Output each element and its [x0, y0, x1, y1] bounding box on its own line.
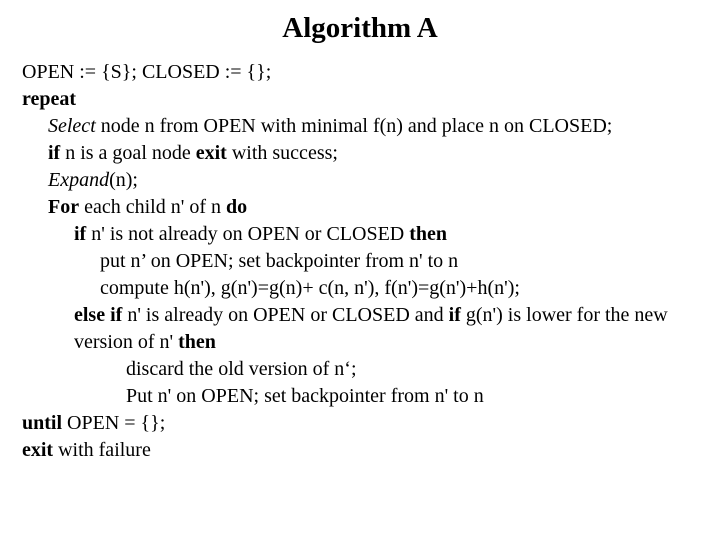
- algo-line: Select node n from OPEN with minimal f(n…: [22, 113, 698, 140]
- keyword-for: For: [48, 196, 79, 218]
- algo-line: OPEN := {S}; CLOSED := {};: [22, 59, 698, 86]
- keyword-select: Select: [48, 115, 96, 137]
- algo-line: put n’ on OPEN; set backpointer from n' …: [22, 248, 698, 275]
- text: node n from OPEN with minimal f(n) and p…: [96, 115, 613, 137]
- algo-line: compute h(n'), g(n')=g(n)+ c(n, n'), f(n…: [22, 275, 698, 302]
- keyword-repeat: repeat: [22, 88, 76, 110]
- text: OPEN = {};: [62, 412, 165, 434]
- keyword-if: if: [48, 142, 60, 164]
- text: with success;: [227, 142, 338, 164]
- algo-line: if n' is not already on OPEN or CLOSED t…: [22, 221, 698, 248]
- keyword-expand: Expand: [48, 169, 109, 191]
- text: (n);: [109, 169, 138, 191]
- keyword-if: if: [449, 304, 461, 326]
- algo-line: exit with failure: [22, 437, 698, 464]
- algo-line: else if n' is already on OPEN or CLOSED …: [22, 302, 698, 356]
- keyword-exit: exit: [22, 439, 53, 461]
- algo-line: discard the old version of n‘;: [22, 356, 698, 383]
- algo-line: if n is a goal node exit with success;: [22, 140, 698, 167]
- keyword-do: do: [226, 196, 247, 218]
- algorithm-page: Algorithm A OPEN := {S}; CLOSED := {}; r…: [0, 0, 720, 464]
- text: with failure: [53, 439, 151, 461]
- algo-line: repeat: [22, 86, 698, 113]
- keyword-if: if: [74, 223, 86, 245]
- text: Put n' on OPEN; set backpointer from n' …: [126, 385, 484, 407]
- algo-line: Expand(n);: [22, 167, 698, 194]
- text: each child n' of n: [79, 196, 226, 218]
- page-title: Algorithm A: [22, 12, 698, 45]
- algo-line: until OPEN = {};: [22, 410, 698, 437]
- algo-line: For each child n' of n do: [22, 194, 698, 221]
- text: n' is not already on OPEN or CLOSED: [86, 223, 409, 245]
- keyword-exit: exit: [196, 142, 227, 164]
- text: discard the old version of n‘;: [126, 358, 357, 380]
- text: n' is already on OPEN or CLOSED and: [122, 304, 448, 326]
- text: n is a goal node: [60, 142, 196, 164]
- keyword-until: until: [22, 412, 62, 434]
- keyword-then: then: [178, 331, 216, 353]
- text: compute h(n'), g(n')=g(n)+ c(n, n'), f(n…: [100, 277, 520, 299]
- text: OPEN := {S}; CLOSED := {};: [22, 61, 271, 83]
- algorithm-body: OPEN := {S}; CLOSED := {}; repeat Select…: [22, 59, 698, 464]
- keyword-then: then: [409, 223, 447, 245]
- text: put n’ on OPEN; set backpointer from n' …: [100, 250, 458, 272]
- keyword-else-if: else if: [74, 304, 122, 326]
- algo-line: Put n' on OPEN; set backpointer from n' …: [22, 383, 698, 410]
